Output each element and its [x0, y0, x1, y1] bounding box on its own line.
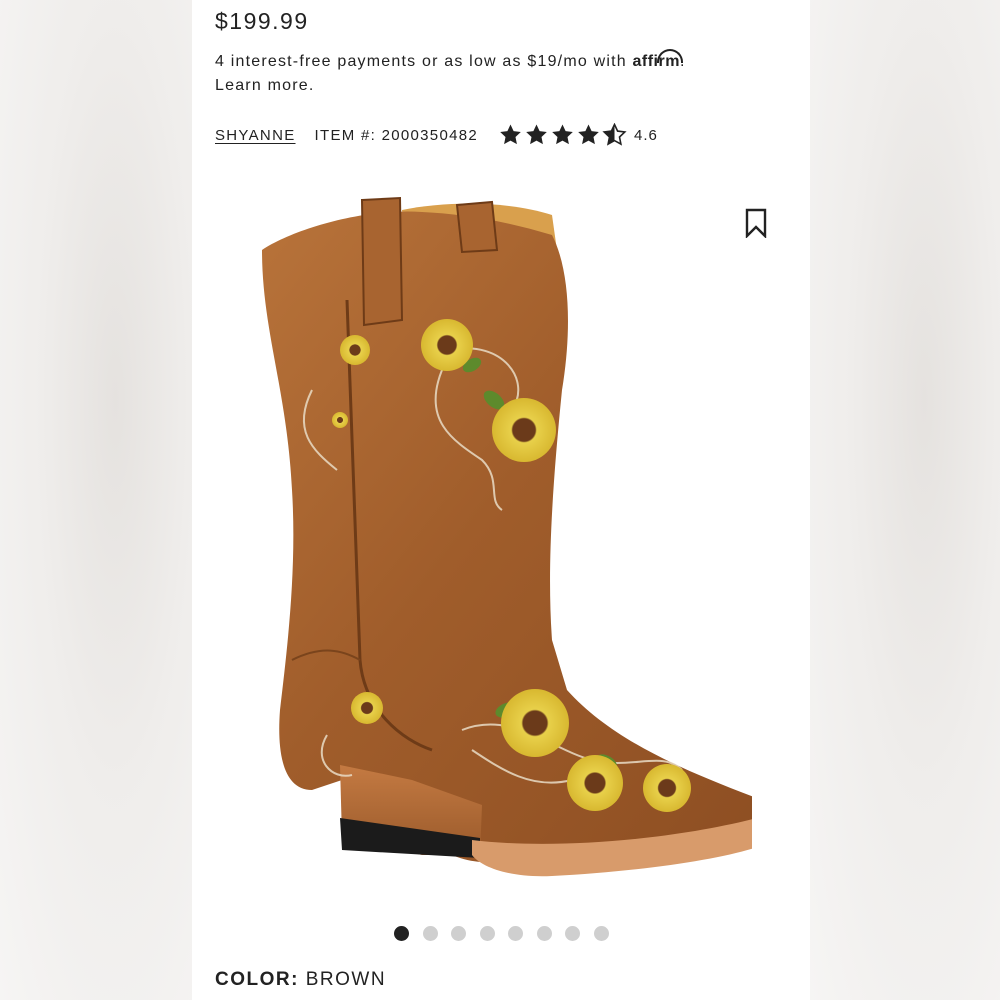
payment-info: 4 interest-free payments or as low as $1… — [215, 49, 775, 98]
carousel-dot-4[interactable] — [479, 926, 495, 941]
color-selector: COLOR: BROWN — [215, 969, 386, 991]
product-price: $199.99 — [215, 8, 309, 34]
carousel-dots — [394, 926, 622, 941]
star-rating[interactable] — [498, 123, 628, 147]
carousel-dot-2[interactable] — [422, 926, 438, 941]
affirm-logo[interactable]: affirm — [633, 49, 683, 70]
carousel-dot-6[interactable] — [536, 926, 552, 941]
affirm-arc-icon — [656, 49, 683, 63]
star-icon — [552, 124, 573, 145]
brand-link[interactable]: SHYANNE — [215, 127, 296, 144]
carousel-dot-8[interactable] — [593, 926, 609, 941]
carousel-dot-1[interactable] — [394, 926, 409, 941]
star-half-icon — [602, 123, 627, 146]
color-value: BROWN — [305, 969, 387, 990]
item-number: ITEM #: 2000350482 — [314, 126, 479, 144]
background-blur-left — [0, 0, 192, 1000]
background-blur-right — [810, 0, 1000, 1000]
star-icon — [500, 124, 521, 145]
carousel-dot-5[interactable] — [508, 926, 523, 941]
star-icon — [578, 124, 599, 145]
rating-value: 4.6 — [634, 126, 658, 144]
product-panel: $199.99 4 interest-free payments or as l… — [192, 0, 810, 1000]
carousel-dot-7[interactable] — [565, 926, 580, 941]
color-label: COLOR: — [215, 969, 299, 990]
product-meta: SHYANNE ITEM #: 2000350482 4.6 — [215, 122, 658, 148]
product-image-boot[interactable] — [252, 190, 752, 890]
payment-text: 4 interest-free payments or as low as $1… — [215, 53, 633, 70]
star-icon — [526, 124, 547, 145]
carousel-dot-3[interactable] — [451, 926, 466, 941]
learn-more-link[interactable]: Learn more. — [215, 77, 314, 94]
